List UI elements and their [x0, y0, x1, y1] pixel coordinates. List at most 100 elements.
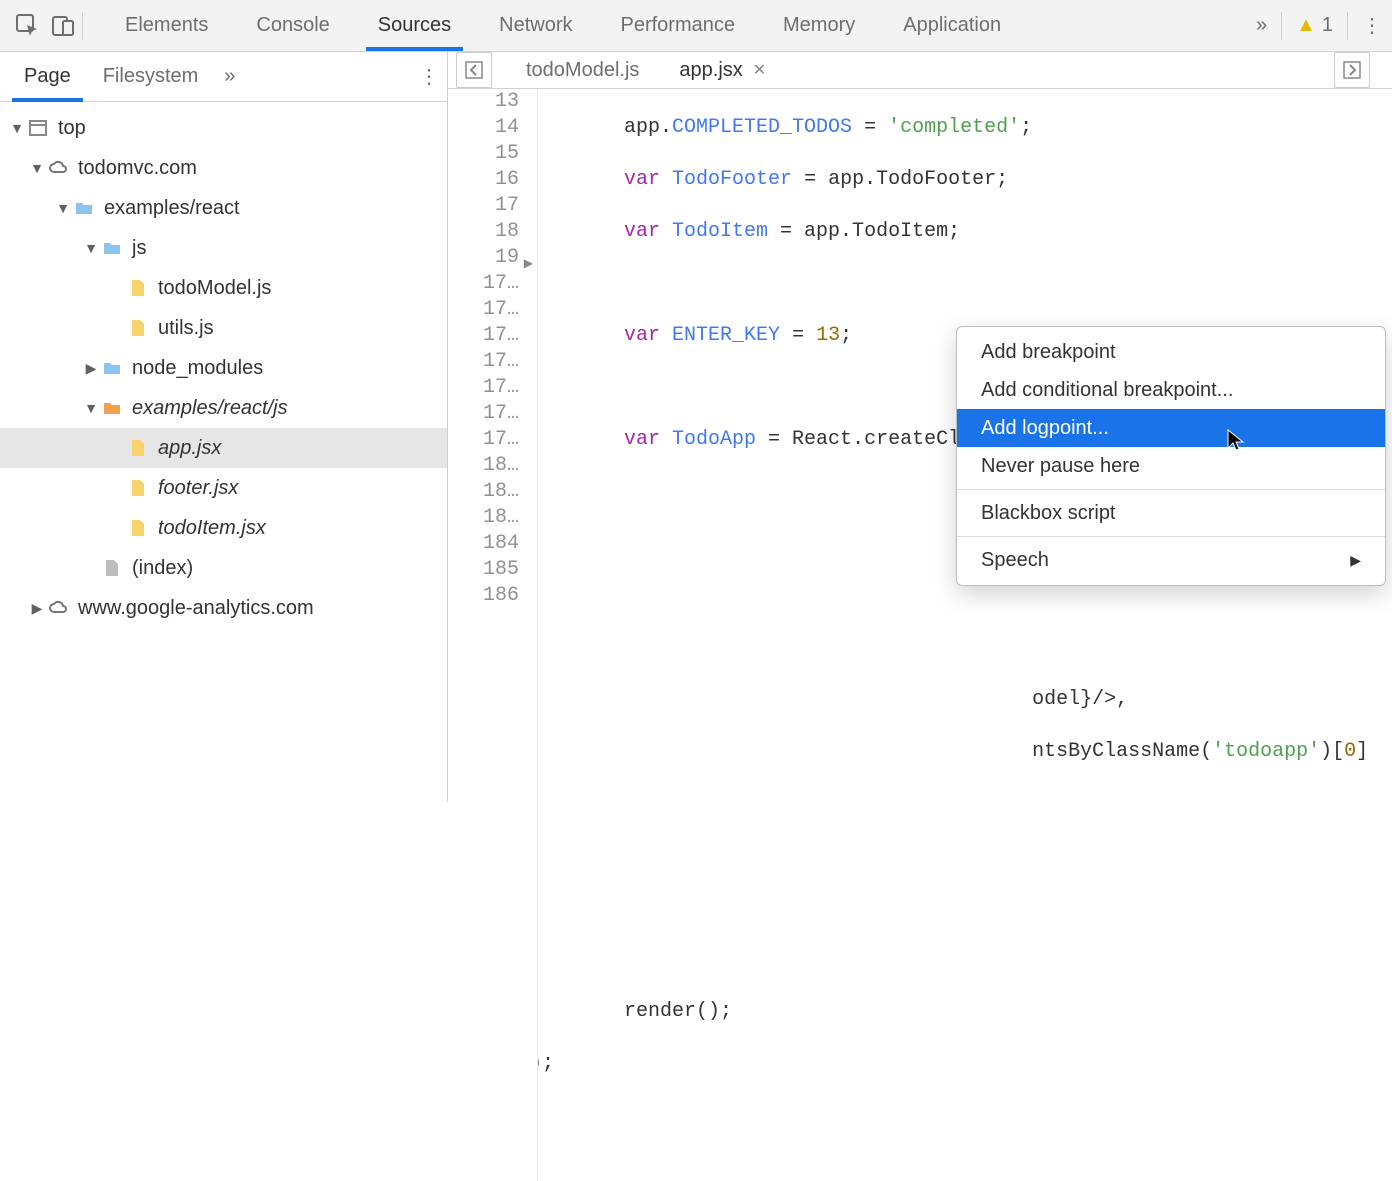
tree-label: node_modules: [132, 357, 263, 380]
ctx-add-breakpoint[interactable]: Add breakpoint: [957, 333, 1385, 371]
tree-folder[interactable]: ▼ js: [0, 228, 447, 268]
line-number[interactable]: 17…: [448, 375, 519, 401]
ctx-never-pause-here[interactable]: Never pause here: [957, 447, 1385, 485]
ctx-add-conditional-breakpoint[interactable]: Add conditional breakpoint...: [957, 371, 1385, 409]
ctx-speech[interactable]: Speech▶: [957, 541, 1385, 579]
file-icon: [126, 318, 150, 338]
tab-network[interactable]: Network: [475, 0, 596, 51]
line-number[interactable]: 17…: [448, 427, 519, 453]
line-number[interactable]: 17…: [448, 323, 519, 349]
editor-tab[interactable]: todoModel.js: [506, 52, 659, 88]
line-number[interactable]: 18…: [448, 453, 519, 479]
separator: [82, 12, 83, 40]
line-number[interactable]: 15: [448, 141, 519, 167]
tree-file[interactable]: footer.jsx: [0, 468, 447, 508]
kebab-menu-icon[interactable]: ⋮: [1362, 13, 1382, 38]
more-tabs-icon[interactable]: »: [1256, 14, 1267, 37]
tree-frame-top[interactable]: ▼ top: [0, 108, 447, 148]
disclosure-triangle-icon[interactable]: ▶: [28, 600, 46, 617]
frame-icon: [26, 118, 50, 138]
line-number[interactable]: 18: [448, 219, 519, 245]
tab-application[interactable]: Application: [879, 0, 1025, 51]
tree-file-selected[interactable]: app.jsx: [0, 428, 447, 468]
tree-folder[interactable]: ▼ examples/react: [0, 188, 447, 228]
separator: [957, 489, 1385, 490]
nav-tab-filesystem[interactable]: Filesystem: [87, 52, 215, 101]
line-number[interactable]: 185: [448, 557, 519, 583]
line-number[interactable]: 17…: [448, 271, 519, 297]
code-area[interactable]: 13 14 15 16 17 18 19▶ 17… 17… 17… 17… 17…: [448, 89, 1392, 1181]
cloud-icon: [46, 157, 70, 179]
disclosure-triangle-icon[interactable]: ▼: [28, 160, 46, 176]
tree-file[interactable]: utils.js: [0, 308, 447, 348]
file-icon: [126, 518, 150, 538]
line-number[interactable]: 17…: [448, 349, 519, 375]
tree-label: examples/react: [104, 197, 240, 220]
tree-domain[interactable]: ▼ todomvc.com: [0, 148, 447, 188]
inspect-element-icon[interactable]: [10, 8, 46, 44]
tree-file[interactable]: (index): [0, 548, 447, 588]
fold-marker-icon[interactable]: ▶: [524, 251, 533, 277]
file-tree: ▼ top ▼ todomvc.com ▼ examples/react ▼ j…: [0, 102, 447, 802]
tab-performance[interactable]: Performance: [597, 0, 760, 51]
disclosure-triangle-icon[interactable]: ▶: [82, 360, 100, 377]
kebab-menu-icon[interactable]: ⋮: [419, 64, 439, 89]
file-icon: [126, 278, 150, 298]
line-number[interactable]: 19▶: [448, 245, 519, 271]
toolbar-right: » ▲ 1 ⋮: [1256, 12, 1382, 40]
file-icon: [100, 558, 124, 578]
disclosure-triangle-icon[interactable]: ▼: [8, 120, 26, 136]
navigator-toggle-icon[interactable]: [456, 52, 492, 88]
panel-tabs: Elements Console Sources Network Perform…: [101, 0, 1025, 51]
tree-label: js: [132, 237, 146, 260]
tree-file[interactable]: todoItem.jsx: [0, 508, 447, 548]
line-number[interactable]: 17…: [448, 401, 519, 427]
line-number[interactable]: 13: [448, 89, 519, 115]
warning-badge[interactable]: ▲ 1: [1296, 14, 1333, 37]
code-content[interactable]: app.COMPLETED_TODOS = 'completed'; var T…: [538, 89, 1392, 1181]
ctx-add-logpoint[interactable]: Add logpoint...: [957, 409, 1385, 447]
folder-icon: [100, 398, 124, 418]
tab-sources[interactable]: Sources: [354, 0, 475, 51]
line-number[interactable]: 18…: [448, 505, 519, 531]
disclosure-triangle-icon[interactable]: ▼: [82, 400, 100, 416]
ctx-blackbox-script[interactable]: Blackbox script: [957, 494, 1385, 532]
tree-label: (index): [132, 557, 193, 580]
separator: [1347, 12, 1348, 40]
line-number[interactable]: 17…: [448, 297, 519, 323]
close-icon[interactable]: ✕: [753, 60, 766, 80]
editor-tab-active[interactable]: app.jsx ✕: [659, 52, 786, 88]
editor-tabs: todoModel.js app.jsx ✕: [448, 52, 1392, 89]
line-number[interactable]: 14: [448, 115, 519, 141]
tree-folder[interactable]: ▶ node_modules: [0, 348, 447, 388]
editor-tab-label: todoModel.js: [526, 59, 639, 82]
tree-file[interactable]: todoModel.js: [0, 268, 447, 308]
nav-tab-page[interactable]: Page: [8, 52, 87, 101]
tab-memory[interactable]: Memory: [759, 0, 879, 51]
tree-domain[interactable]: ▶ www.google-analytics.com: [0, 588, 447, 628]
line-number[interactable]: 16: [448, 167, 519, 193]
line-number[interactable]: 186: [448, 583, 519, 609]
line-number[interactable]: 17: [448, 193, 519, 219]
line-number[interactable]: 18…: [448, 479, 519, 505]
disclosure-triangle-icon[interactable]: ▼: [54, 200, 72, 216]
main-area: Page Filesystem » ⋮ ▼ top ▼ todomvc.com …: [0, 52, 1392, 802]
editor-tab-label: app.jsx: [679, 59, 742, 82]
tree-label: top: [58, 117, 86, 140]
tree-label: utils.js: [158, 317, 214, 340]
tab-console[interactable]: Console: [232, 0, 353, 51]
gutter-context-menu: Add breakpoint Add conditional breakpoin…: [956, 326, 1386, 586]
disclosure-triangle-icon[interactable]: ▼: [82, 240, 100, 256]
tree-folder[interactable]: ▼ examples/react/js: [0, 388, 447, 428]
tab-elements[interactable]: Elements: [101, 0, 232, 51]
device-toggle-icon[interactable]: [46, 8, 82, 44]
tree-label: www.google-analytics.com: [78, 597, 314, 620]
more-nav-tabs-icon[interactable]: »: [224, 65, 235, 88]
tree-label: app.jsx: [158, 437, 221, 460]
debugger-toggle-icon[interactable]: [1334, 52, 1370, 88]
line-gutter[interactable]: 13 14 15 16 17 18 19▶ 17… 17… 17… 17… 17…: [448, 89, 538, 1181]
separator: [1281, 12, 1282, 40]
line-number[interactable]: 184: [448, 531, 519, 557]
mouse-cursor-icon: [1226, 428, 1246, 452]
devtools-toolbar: Elements Console Sources Network Perform…: [0, 0, 1392, 52]
